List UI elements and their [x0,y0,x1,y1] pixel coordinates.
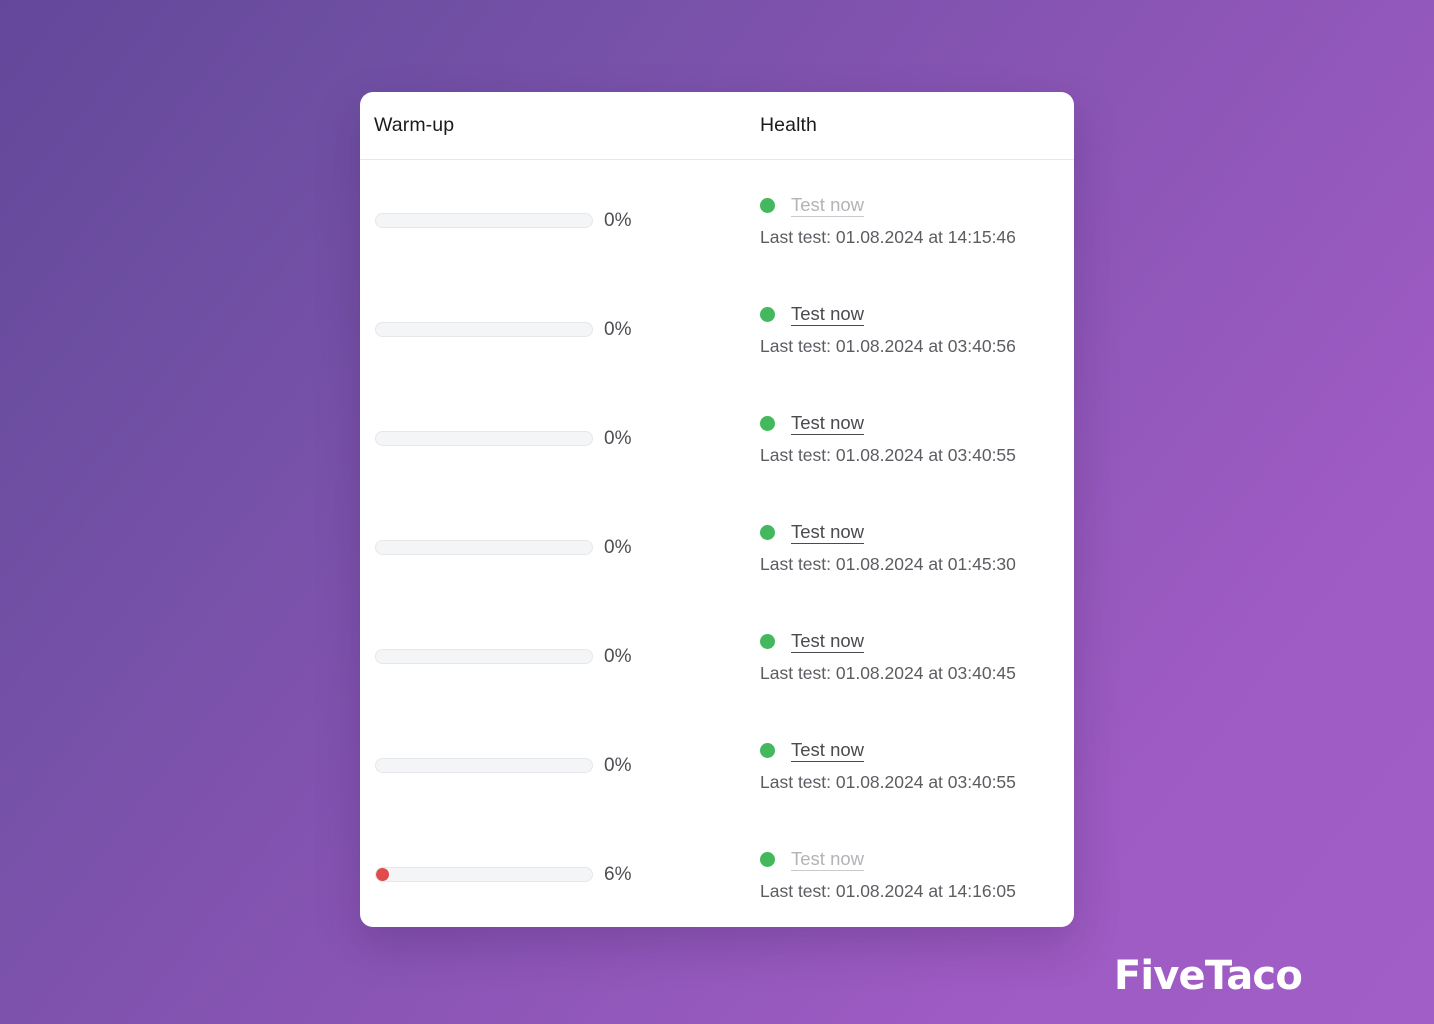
warmup-percent-label: 0% [604,319,632,340]
status-dot-icon [760,197,775,213]
last-test-timestamp: Last test: 01.08.2024 at 03:40:45 [760,663,1016,683]
health-cell: Test now Last test: 01.08.2024 at 03:40:5… [760,303,1060,357]
table-row: 0% Test now Last test: 01.08.2024 at 14:15… [360,160,1074,269]
warmup-cell: 0% [375,756,631,775]
status-dot-icon [760,415,775,431]
test-now-link[interactable]: Test now [791,303,864,325]
warmup-progress-bar [375,213,593,228]
health-status-row: Test now [760,303,1060,325]
warmup-percent-label: 6% [604,864,632,885]
table-row: 0% Test now Last test: 01.08.2024 at 01:45… [360,487,1074,596]
column-header-health: Health [760,114,817,136]
health-cell: Test now Last test: 01.08.2024 at 14:15:4… [760,194,1060,248]
health-status-row: Test now [760,739,1060,761]
warmup-progress-fill [376,868,389,881]
table-row: 0% Test now Last test: 01.08.2024 at 03:40… [360,596,1074,705]
health-status-row: Test now [760,412,1060,434]
fivetaco-logo: FiveTaco [1113,953,1303,999]
warmup-progress-bar [375,649,593,664]
test-now-link[interactable]: Test now [791,739,864,761]
warmup-percent-label: 0% [604,646,632,667]
warmup-health-card: Warm-up Health 0% Test now Last test: 01.0… [360,92,1074,927]
warmup-cell: 6% [375,865,631,884]
test-now-link: Test now [791,194,865,215]
status-dot-icon [760,742,775,758]
health-cell: Test now Last test: 01.08.2024 at 14:16:0… [760,848,1060,902]
last-test-timestamp: Last test: 01.08.2024 at 03:40:56 [760,336,1016,356]
health-status-row: Test now [760,194,1060,216]
table-row: 6% Test now Last test: 01.08.2024 at 14:16… [360,814,1074,923]
health-cell: Test now Last test: 01.08.2024 at 03:40:5… [760,739,1060,793]
health-status-row: Test now [760,848,1060,870]
warmup-percent-label: 0% [604,210,632,231]
last-test-timestamp: Last test: 01.08.2024 at 14:15:46 [760,227,1016,247]
column-header-warmup: Warm-up [374,114,455,136]
last-test-timestamp: Last test: 01.08.2024 at 14:16:05 [760,881,1016,901]
health-cell: Test now Last test: 01.08.2024 at 03:40:4… [760,630,1060,684]
warmup-percent-label: 0% [604,755,632,776]
warmup-progress-bar [375,758,593,773]
warmup-progress-bar [375,867,593,882]
health-status-row: Test now [760,521,1060,543]
status-dot-icon [760,851,775,867]
test-now-link[interactable]: Test now [791,521,864,543]
warmup-cell: 0% [375,429,631,448]
warmup-cell: 0% [375,647,631,666]
health-cell: Test now Last test: 01.08.2024 at 01:45:3… [760,521,1060,575]
test-now-link[interactable]: Test now [791,412,864,434]
table-row: 0% Test now Last test: 01.08.2024 at 03:40… [360,378,1074,487]
warmup-cell: 0% [375,538,631,557]
status-dot-icon [760,524,775,540]
last-test-timestamp: Last test: 01.08.2024 at 03:40:55 [760,772,1016,792]
warmup-cell: 0% [375,211,631,230]
last-test-timestamp: Last test: 01.08.2024 at 01:45:30 [760,554,1016,574]
warmup-progress-bar [375,322,593,337]
warmup-percent-label: 0% [604,428,632,449]
health-status-row: Test now [760,630,1060,652]
warmup-cell: 0% [375,320,631,339]
warmup-percent-label: 0% [604,537,632,558]
table-row: 0% Test now Last test: 01.08.2024 at 03:40… [360,269,1074,378]
table-body: 0% Test now Last test: 01.08.2024 at 14:15… [360,160,1074,923]
table-row: 0% Test now Last test: 01.08.2024 at 03:40… [360,705,1074,814]
status-dot-icon [760,306,775,322]
test-now-link[interactable]: Test now [791,630,864,652]
last-test-timestamp: Last test: 01.08.2024 at 03:40:55 [760,445,1016,465]
warmup-progress-bar [375,431,593,446]
test-now-link: Test now [791,848,865,869]
health-cell: Test now Last test: 01.08.2024 at 03:40:5… [760,412,1060,466]
warmup-progress-bar [375,540,593,555]
status-dot-icon [760,633,775,649]
table-header: Warm-up Health [360,92,1074,160]
